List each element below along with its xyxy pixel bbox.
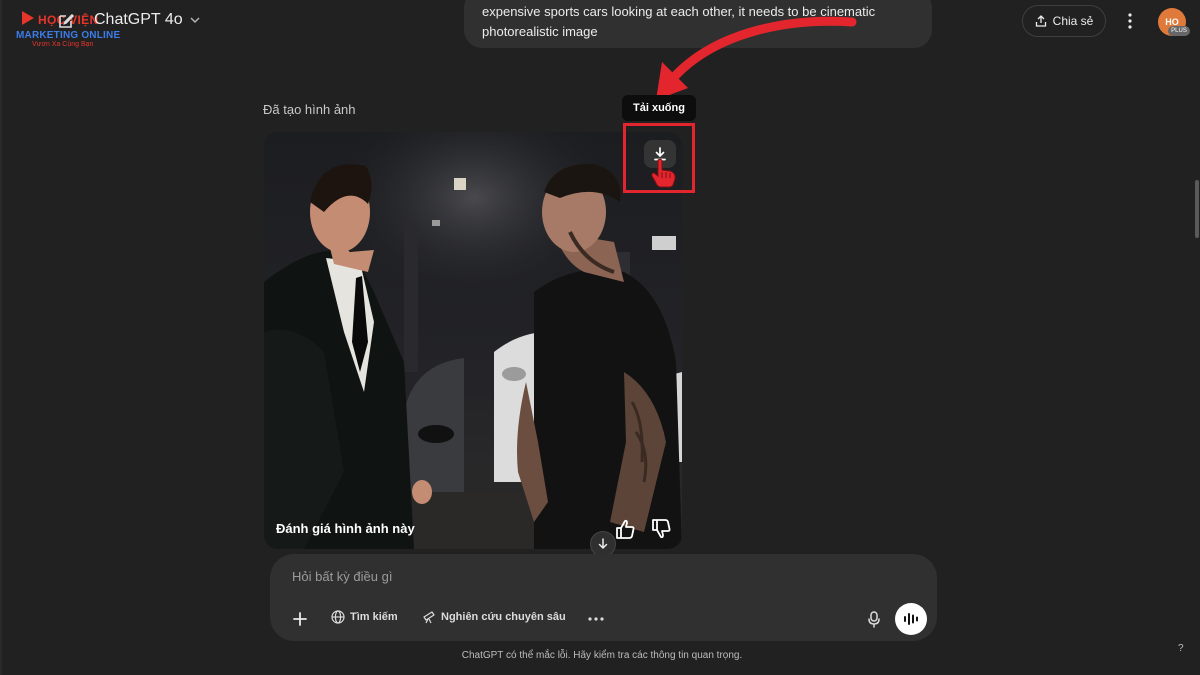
message-input[interactable]: Hỏi bất kỳ điều gì: [292, 569, 392, 584]
disclaimer-text: ChatGPT có thể mắc lỗi. Hãy kiểm tra các…: [461, 650, 743, 661]
share-button[interactable]: Chia sẻ: [1022, 5, 1106, 37]
share-label: Chia sẻ: [1052, 14, 1094, 28]
user-message-bubble: expensive sports cars looking at each ot…: [464, 0, 932, 48]
more-options-button[interactable]: [1120, 11, 1140, 31]
rate-image-prompt: Đánh giá hình ảnh này: [276, 521, 415, 536]
new-chat-icon[interactable]: [57, 12, 75, 30]
plus-icon[interactable]: [290, 609, 310, 629]
chevron-down-icon: [190, 17, 200, 24]
plus-badge: PLUS: [1168, 26, 1190, 36]
share-icon: [1035, 15, 1046, 27]
download-icon: [654, 147, 666, 161]
vertical-dots-icon: [1128, 13, 1132, 29]
search-tool-label: Tìm kiếm: [350, 611, 398, 623]
brand-tagline: MARKETING ONLINE: [16, 30, 121, 41]
play-logo-icon: [22, 11, 34, 25]
globe-icon: [331, 610, 345, 624]
deep-research-label: Nghiên cứu chuyên sâu: [441, 611, 566, 623]
generated-image[interactable]: [264, 132, 682, 549]
deep-research-button[interactable]: Nghiên cứu chuyên sâu: [422, 610, 566, 624]
voice-mode-button[interactable]: [895, 603, 927, 635]
voice-wave-icon: [904, 613, 918, 625]
microphone-icon[interactable]: [866, 610, 882, 628]
generated-image-label: Đã tạo hình ảnh: [263, 102, 356, 117]
thumbs-up-icon[interactable]: [614, 518, 636, 540]
thumbs-down-icon[interactable]: [650, 518, 672, 540]
download-tooltip: Tải xuống: [622, 95, 696, 121]
more-tools-icon[interactable]: [586, 610, 606, 628]
help-button[interactable]: ?: [1178, 643, 1190, 657]
telescope-icon: [423, 611, 435, 624]
user-message-text: expensive sports cars looking at each ot…: [482, 4, 876, 39]
scrollbar-thumb[interactable]: [1195, 180, 1199, 238]
model-selector[interactable]: ChatGPT 4o: [94, 11, 201, 29]
model-name: ChatGPT 4o: [94, 11, 183, 28]
brand-slogan: Vươn Xa Cùng Bạn: [32, 41, 94, 48]
download-button[interactable]: [644, 140, 676, 168]
arrow-down-icon: [598, 538, 608, 550]
search-tool-button[interactable]: Tìm kiếm: [331, 610, 398, 624]
chat-window: HỌC VIỆN MARKETING ONLINE Vươn Xa Cùng B…: [0, 0, 1200, 675]
generated-image-picture: [264, 132, 682, 549]
